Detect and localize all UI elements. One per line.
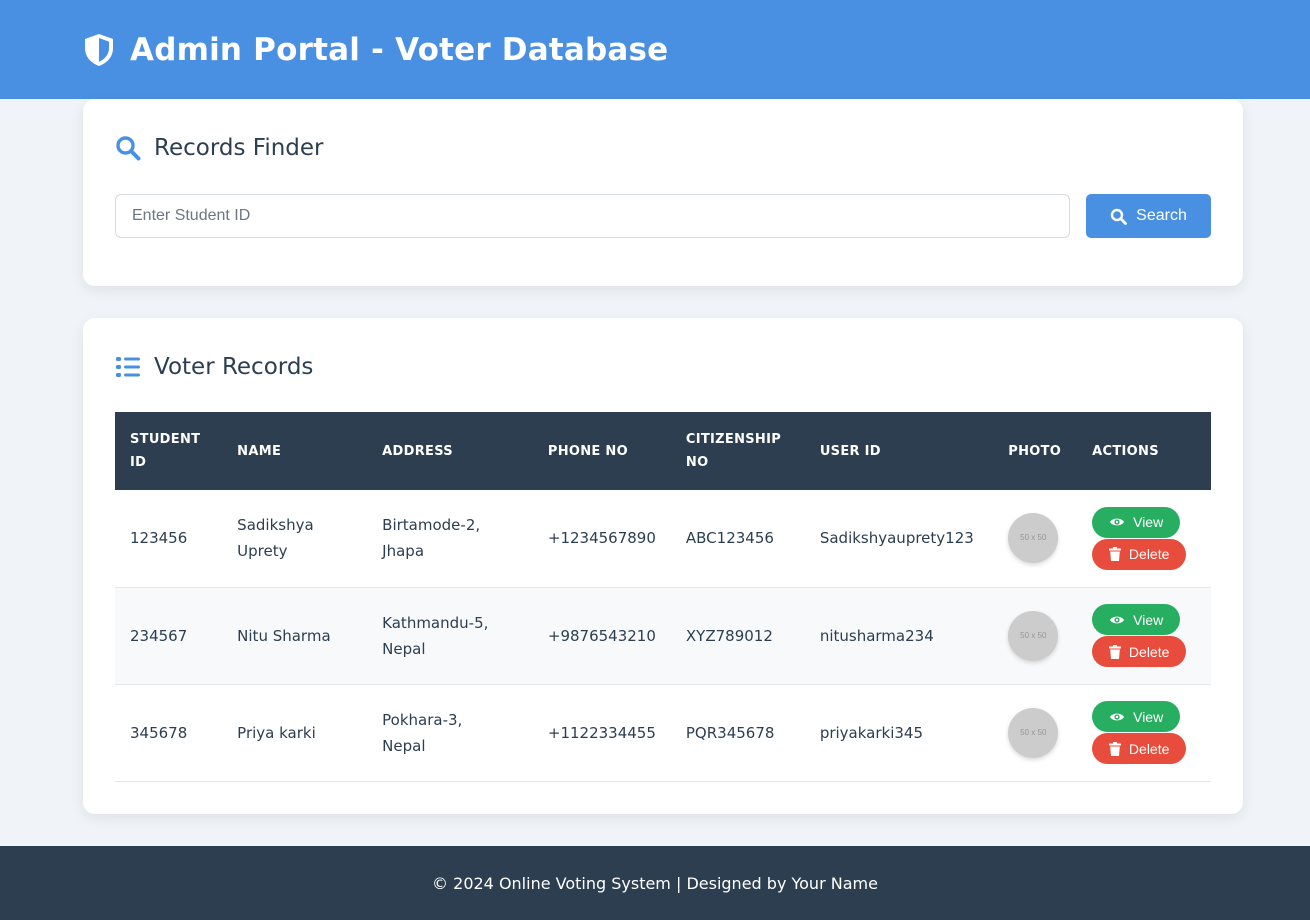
column-header-actions: ACTIONS — [1092, 443, 1159, 459]
cell-phone: +1234567890 — [547, 529, 656, 548]
voter-records-table: STUDENT ID NAME ADDRESS PHONE NO CITIZEN… — [115, 412, 1211, 782]
cell-actions: View Delete — [1077, 587, 1211, 684]
page-title: Admin Portal - Voter Database — [130, 31, 669, 68]
cell-photo: 50 x 50 — [993, 587, 1077, 684]
cell-name: Nitu Sharma — [222, 587, 367, 684]
trash-icon — [1108, 741, 1121, 756]
eye-icon — [1109, 614, 1125, 626]
trash-icon — [1108, 547, 1121, 562]
row-actions: View Delete — [1092, 506, 1196, 570]
cell-photo: 50 x 50 — [993, 684, 1077, 781]
row-actions: View Delete — [1092, 701, 1196, 764]
cell-address: Pokhara-3, Nepal — [367, 684, 533, 781]
eye-icon — [1109, 516, 1125, 528]
cell-citizenship: PQR345678 — [685, 723, 775, 742]
page-footer: © 2024 Online Voting System | Designed b… — [0, 846, 1310, 920]
cell-actions: View Delete — [1077, 684, 1211, 781]
table-header-row: STUDENT ID NAME ADDRESS PHONE NO CITIZEN… — [115, 412, 1211, 490]
cell-address-text: Birtamode-2, Jhapa — [382, 516, 481, 561]
delete-button[interactable]: Delete — [1092, 538, 1187, 570]
delete-button-label: Delete — [1128, 643, 1170, 660]
delete-button-label: Delete — [1128, 740, 1170, 757]
list-icon — [115, 354, 141, 380]
cell-address-text: Kathmandu-5, Nepal — [382, 613, 489, 658]
cell-citizenship: XYZ789012 — [685, 626, 773, 645]
trash-icon — [1108, 644, 1121, 659]
column-header-address[interactable]: ADDRESS — [367, 412, 533, 490]
records-finder-heading: Records Finder — [115, 135, 324, 161]
column-header-citizenship[interactable]: CITIZENSHIP NO — [671, 412, 805, 490]
cell-student-id: 345678 — [130, 723, 188, 742]
voter-photo[interactable]: 50 x 50 — [1008, 610, 1059, 661]
view-button-label: View — [1133, 708, 1164, 725]
cell-user-id: Sadikshyauprety123 — [819, 529, 974, 548]
cell-photo: 50 x 50 — [993, 490, 1077, 587]
delete-button[interactable]: Delete — [1092, 636, 1187, 667]
cell-user-id: priyakarki345 — [819, 723, 924, 742]
cell-address: Kathmandu-5, Nepal — [367, 587, 533, 684]
cell-student-id: 123456 — [130, 529, 188, 548]
row-actions: View Delete — [1092, 604, 1196, 667]
voter-records-title: Voter Records — [154, 354, 314, 380]
column-header-user-id[interactable]: USER ID — [805, 412, 993, 490]
cell-phone: +9876543210 — [547, 626, 656, 645]
cell-citizenship: ABC123456 — [685, 529, 774, 548]
table-row: 123456 Sadikshya Uprety Birtamode-2, Jha… — [115, 490, 1211, 587]
voter-photo[interactable]: 50 x 50 — [1008, 707, 1059, 758]
column-header-name[interactable]: NAME — [222, 412, 367, 490]
column-header-phone[interactable]: PHONE NO — [533, 412, 671, 490]
shield-icon — [83, 33, 115, 67]
cell-address: Birtamode-2, Jhapa — [367, 490, 533, 587]
voter-records-card: Voter Records STUDENT ID NAME ADDRESS PH… — [83, 318, 1243, 814]
search-button[interactable]: Search — [1086, 194, 1211, 238]
view-button[interactable]: View — [1092, 604, 1181, 635]
table-row: 345678 Priya karki Pokhara-3, Nepal +112… — [115, 684, 1211, 781]
view-button-label: View — [1133, 611, 1164, 628]
cell-phone: +1122334455 — [547, 723, 656, 742]
delete-button-label: Delete — [1128, 546, 1170, 563]
cell-address-text: Pokhara-3, Nepal — [382, 710, 463, 755]
cell-actions: View Delete — [1077, 490, 1211, 587]
view-button[interactable]: View — [1092, 701, 1181, 732]
cell-user-id: nitusharma234 — [819, 626, 934, 645]
footer-text: © 2024 Online Voting System | Designed b… — [432, 873, 878, 893]
cell-student-id: 234567 — [130, 626, 188, 645]
voter-photo[interactable]: 50 x 50 — [1008, 513, 1059, 564]
records-finder-card: Records Finder Search — [83, 99, 1243, 286]
student-id-search-input[interactable] — [115, 194, 1070, 238]
cell-name: Sadikshya Uprety — [222, 490, 367, 587]
search-button-icon — [1110, 208, 1128, 225]
top-header: Admin Portal - Voter Database — [0, 0, 1310, 99]
delete-button[interactable]: Delete — [1092, 733, 1187, 764]
column-header-photo: PHOTO — [1008, 443, 1062, 459]
search-icon — [115, 135, 141, 161]
voter-records-heading: Voter Records — [115, 354, 313, 380]
column-header-student-id[interactable]: STUDENT ID — [115, 412, 222, 490]
eye-icon — [1109, 711, 1125, 723]
view-button[interactable]: View — [1092, 506, 1181, 538]
cell-name-text: Nitu Sharma — [237, 626, 331, 645]
search-button-label: Search — [1136, 207, 1187, 224]
view-button-label: View — [1133, 514, 1164, 531]
cell-name: Priya karki — [222, 684, 367, 781]
table-row: 234567 Nitu Sharma Kathmandu-5, Nepal +9… — [115, 587, 1211, 684]
cell-name-text: Priya karki — [237, 723, 316, 742]
records-finder-title: Records Finder — [154, 135, 324, 161]
cell-name-text: Sadikshya Uprety — [237, 516, 314, 561]
